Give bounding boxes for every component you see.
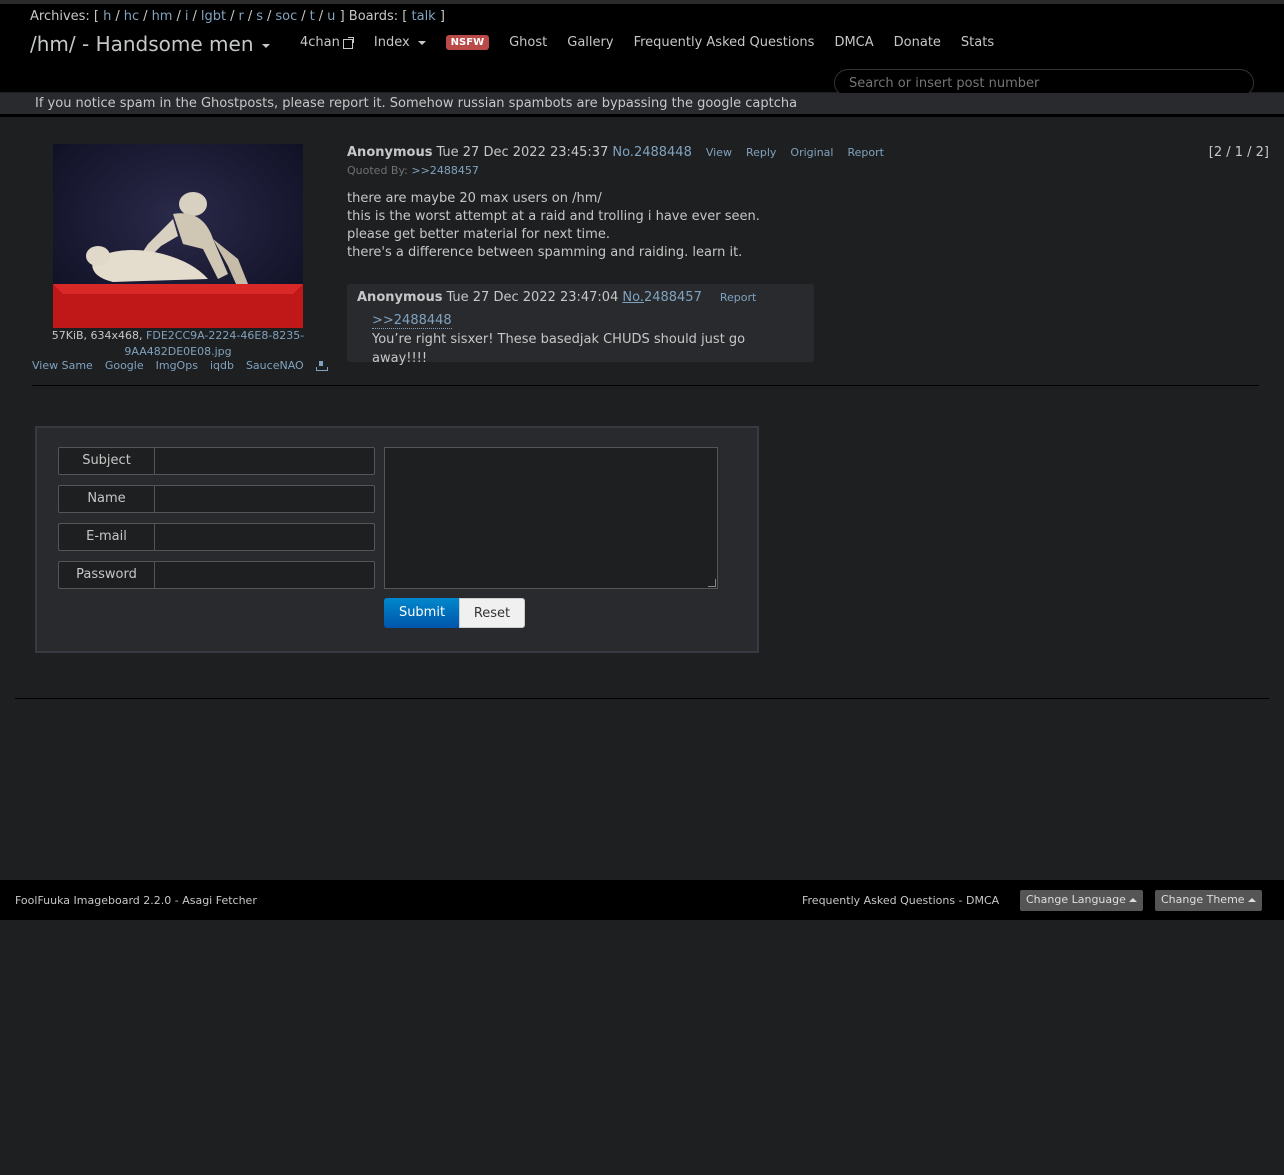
chevron-down-icon (261, 43, 270, 48)
divider (32, 385, 1259, 386)
archive-link-t[interactable]: t (310, 9, 315, 24)
iqdb-link[interactable]: iqdb (210, 359, 234, 372)
reply-text: You’re right sisxer! These basedjak CHUD… (372, 332, 746, 366)
top-bar: Archives: [ h / hc / hm / i / lgbt / r / s / soc / t / u ]… (0, 0, 1284, 97)
nav-index[interactable]: Index (374, 35, 426, 50)
view-link[interactable]: View (706, 146, 732, 159)
archives-bar: Archives: [ h / hc / hm / i / lgbt / r / s / soc / t / u ]… (30, 9, 445, 24)
post-line: this is the worst attempt at a raid and … (347, 209, 760, 224)
nav-gallery[interactable]: Gallery (567, 35, 613, 50)
report-link[interactable]: Report (847, 146, 883, 159)
caret-up-icon (1128, 898, 1137, 902)
email-input[interactable] (155, 523, 375, 551)
post-thumbnail[interactable] (53, 144, 303, 328)
file-name-link[interactable]: FDE2CC9A-2224-46E8-8235-9AA482DE0E08.jpg (124, 329, 304, 358)
post-counter: [2 / 1 / 2] (1208, 145, 1269, 160)
nav-stats[interactable]: Stats (961, 35, 994, 50)
change-language-button[interactable]: Change Language (1020, 890, 1143, 911)
notice-banner: If you notice spam in the Ghostposts, pl… (0, 93, 1284, 117)
divider (15, 698, 1269, 699)
nav-ghost[interactable]: Ghost (509, 35, 547, 50)
email-row: E-mail (58, 523, 375, 551)
board-link-talk[interactable]: talk (412, 9, 436, 24)
change-theme-button[interactable]: Change Theme (1155, 890, 1262, 911)
name-label: Name (58, 485, 155, 513)
reply-number-prefix[interactable]: No. (622, 290, 644, 305)
archive-link-hc[interactable]: hc (124, 9, 139, 24)
subject-input[interactable] (155, 447, 375, 475)
nav-dmca[interactable]: DMCA (834, 35, 873, 50)
reply-post: Anonymous Tue 27 Dec 2022 23:47:04 No. 24… (347, 284, 814, 366)
boards-label: Boards: [ (348, 9, 408, 24)
reply-number-link[interactable]: 2488457 (644, 290, 702, 305)
resize-handle-icon[interactable] (708, 579, 716, 587)
reset-button[interactable]: Reset (459, 598, 525, 628)
name-input[interactable] (155, 485, 375, 513)
post-line: please get better material for next time… (347, 227, 610, 242)
imgops-link[interactable]: ImgOps (156, 359, 198, 372)
reply-report-link[interactable]: Report (720, 291, 756, 304)
archives-label: Archives: [ (30, 9, 99, 24)
footer-credits: FoolFuuka Imageboard 2.2.0 - Asagi Fetch… (15, 894, 257, 907)
reply-date: Tue 27 Dec 2022 23:47:04 (446, 290, 619, 305)
board-title[interactable]: /hm/ - Handsome men (30, 32, 270, 56)
nav-donate[interactable]: Donate (894, 35, 941, 50)
archive-link-h[interactable]: h (103, 9, 111, 24)
chevron-down-icon (417, 40, 426, 45)
main-nav: 4chan Index NSFW Ghost Gallery Frequentl… (300, 35, 1014, 50)
quoted-by-link[interactable]: >>2488457 (411, 164, 478, 177)
footer-links[interactable]: Frequently Asked Questions - DMCA (802, 894, 999, 907)
archive-link-r[interactable]: r (238, 9, 243, 24)
nav-4chan[interactable]: 4chan (300, 35, 354, 50)
post-form: Subject Name E-mail Password Submit Rese… (35, 426, 759, 653)
archive-link-u[interactable]: u (327, 9, 335, 24)
post-body: there are maybe 20 max users on /hm/ thi… (347, 190, 760, 262)
subject-label: Subject (58, 447, 155, 475)
post-date: Tue 27 Dec 2022 23:45:37 (436, 145, 609, 160)
archive-link-soc[interactable]: soc (275, 9, 297, 24)
saucenao-link[interactable]: SauceNAO (246, 359, 304, 372)
post-number-link[interactable]: No.2488448 (612, 145, 691, 160)
archive-link-s[interactable]: s (256, 9, 263, 24)
reply-link[interactable]: Reply (746, 146, 776, 159)
password-label: Password (58, 561, 155, 589)
archive-link-hm[interactable]: hm (152, 9, 173, 24)
file-info: 57KiB, 634x468, FDE2CC9A-2224-46E8-8235-… (51, 329, 305, 358)
post-line: there's a difference between spamming an… (347, 245, 743, 260)
comment-textarea[interactable] (384, 447, 718, 589)
post-header: Anonymous Tue 27 Dec 2022 23:45:37 No.24… (347, 145, 884, 160)
archive-link-lgbt[interactable]: lgbt (201, 9, 226, 24)
caret-up-icon (1247, 898, 1256, 902)
nsfw-badge: NSFW (445, 35, 490, 50)
view-same-link[interactable]: View Same (32, 359, 93, 372)
archive-link-i[interactable]: i (185, 9, 189, 24)
footer: FoolFuuka Imageboard 2.2.0 - Asagi Fetch… (0, 880, 1284, 920)
nav-faq[interactable]: Frequently Asked Questions (634, 35, 815, 50)
quoted-by: Quoted By: >>2488457 (347, 164, 479, 177)
reply-poster-name: Anonymous (357, 290, 443, 305)
download-icon[interactable] (315, 360, 328, 371)
name-row: Name (58, 485, 375, 513)
submit-button[interactable]: Submit (384, 598, 460, 628)
subject-row: Subject (58, 447, 375, 475)
post-line: there are maybe 20 max users on /hm/ (347, 191, 602, 206)
reply-header: Anonymous Tue 27 Dec 2022 23:47:04 No. 24… (357, 290, 804, 305)
original-link[interactable]: Original (790, 146, 833, 159)
google-link[interactable]: Google (105, 359, 144, 372)
reply-quote-link[interactable]: >>2488448 (372, 313, 452, 329)
external-link-icon (342, 37, 354, 49)
reply-body: >>2488448 You’re right sisxer! These bas… (357, 311, 804, 368)
file-tools: View Same Google ImgOps iqdb SauceNAO (32, 359, 328, 372)
email-label: E-mail (58, 523, 155, 551)
password-row: Password (58, 561, 375, 589)
poster-name: Anonymous (347, 145, 433, 160)
password-input[interactable] (155, 561, 375, 589)
